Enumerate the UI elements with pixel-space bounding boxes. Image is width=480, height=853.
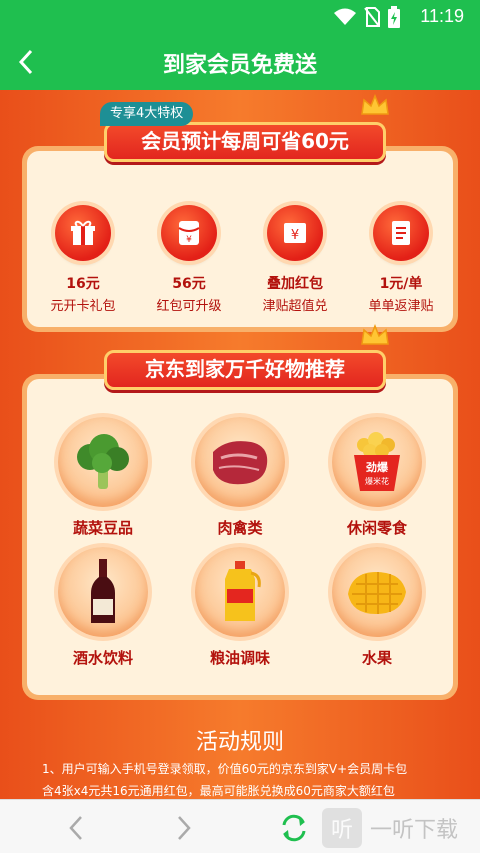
category-label: 蔬菜豆品 [72, 519, 133, 537]
category-drinks[interactable]: 酒水饮料 [43, 547, 163, 668]
crown-icon [361, 94, 389, 115]
rules-line: 1、用户可输入手机号登录领取，价值60元的京东到家V+会员周卡包 [42, 762, 408, 776]
perks-banner: 会员预计每周可省60元 [104, 122, 386, 162]
category-grain-oil[interactable]: 粮油调味 [180, 547, 300, 668]
oil-bottle-icon [195, 547, 285, 637]
wine-bottle-icon [58, 547, 148, 637]
category-snacks[interactable]: 劲爆爆米花 休闲零食 [317, 417, 437, 538]
rules-text: 1、用户可输入手机号登录领取，价值60元的京东到家V+会员周卡包 含4张x4元共… [42, 758, 442, 799]
category-label: 肉禽类 [217, 519, 263, 537]
receipt-icon [373, 205, 429, 261]
perk-subtitle: 元开卡礼包 [50, 299, 116, 314]
mango-icon [332, 547, 422, 637]
svg-text:劲爆: 劲爆 [366, 460, 389, 474]
perk-gift[interactable]: 16元 元开卡礼包 [33, 205, 133, 314]
rules-title: 活动规则 [195, 730, 284, 755]
coupon-icon: ¥ [267, 205, 323, 261]
perk-title: 叠加红包 [267, 276, 323, 292]
content-area[interactable]: 16元 元开卡礼包 ¥ 56元 红包可升级 ¥ 叠加红包 津贴超值兑 1元/单 … [0, 90, 480, 799]
broccoli-icon [58, 417, 148, 507]
gift-icon [55, 205, 111, 261]
perk-red-envelope[interactable]: ¥ 56元 红包可升级 [139, 205, 239, 314]
goods-banner: 京东到家万千好物推荐 [104, 350, 386, 390]
perk-subtitle: 红包可升级 [156, 299, 222, 314]
nav-back-button[interactable] [60, 812, 92, 844]
svg-text:爆米花: 爆米花 [365, 476, 389, 486]
svg-text:¥: ¥ [186, 235, 192, 245]
perk-receipt[interactable]: 1元/单 单单返津贴 [351, 205, 451, 314]
perk-coupon[interactable]: ¥ 叠加红包 津贴超值兑 [245, 205, 345, 314]
category-meat[interactable]: 肉禽类 [180, 417, 300, 538]
watermark-logo: 听 [322, 808, 362, 848]
category-label: 水果 [361, 649, 392, 667]
refresh-button[interactable] [278, 812, 310, 844]
nav-forward-button[interactable] [168, 812, 200, 844]
svg-text:¥: ¥ [291, 228, 299, 243]
perks-panel-inner: 16元 元开卡礼包 ¥ 56元 红包可升级 ¥ 叠加红包 津贴超值兑 1元/单 … [27, 151, 453, 327]
red-envelope-icon: ¥ [161, 205, 217, 261]
goods-panel-inner: 蔬菜豆品 肉禽类 劲爆 爆米花 休闲零食 酒水饮料 粮油调味 水果 [27, 379, 453, 695]
chevron-right-icon [178, 816, 191, 840]
perk-subtitle: 单单返津贴 [368, 299, 434, 314]
meat-icon [195, 417, 285, 507]
watermark: 听 一听下载 [322, 806, 480, 850]
goods-panel: 蔬菜豆品 肉禽类 劲爆 爆米花 休闲零食 酒水饮料 粮油调味 水果 [22, 374, 458, 700]
status-icons [334, 6, 400, 28]
page-title: 到家会员免费送 [162, 53, 317, 78]
category-label: 粮油调味 [209, 649, 270, 667]
category-vegetables[interactable]: 蔬菜豆品 [43, 417, 163, 538]
chevron-left-icon [69, 816, 82, 840]
watermark-text: 一听下载 [370, 818, 459, 843]
category-label: 酒水饮料 [72, 649, 133, 667]
no-sim-icon [364, 7, 380, 27]
status-time: 11:19 [420, 6, 464, 26]
popcorn-icon: 劲爆 爆米花 [332, 417, 422, 507]
category-fruit[interactable]: 水果 [317, 547, 437, 668]
perks-panel: 16元 元开卡礼包 ¥ 56元 红包可升级 ¥ 叠加红包 津贴超值兑 1元/单 … [22, 146, 458, 332]
perk-title: 1元/单 [379, 276, 423, 292]
perk-subtitle: 津贴超值兑 [262, 299, 328, 314]
rules-line: 含4张x4元共16元通用红包，最高可能胀兑换成60元商家大额红包 [42, 784, 395, 798]
perk-title: 16元 [66, 276, 100, 292]
title-bar: 到家会员免费送 [0, 34, 480, 90]
category-label: 休闲零食 [346, 519, 407, 537]
refresh-icon [282, 814, 306, 842]
battery-charging-icon [388, 6, 400, 28]
perk-title: 56元 [172, 276, 206, 292]
wifi-icon [334, 8, 356, 25]
status-bar: 11:19 [0, 0, 480, 34]
perks-tag: 专享4大特权 [100, 102, 194, 126]
crown-icon [361, 324, 389, 345]
